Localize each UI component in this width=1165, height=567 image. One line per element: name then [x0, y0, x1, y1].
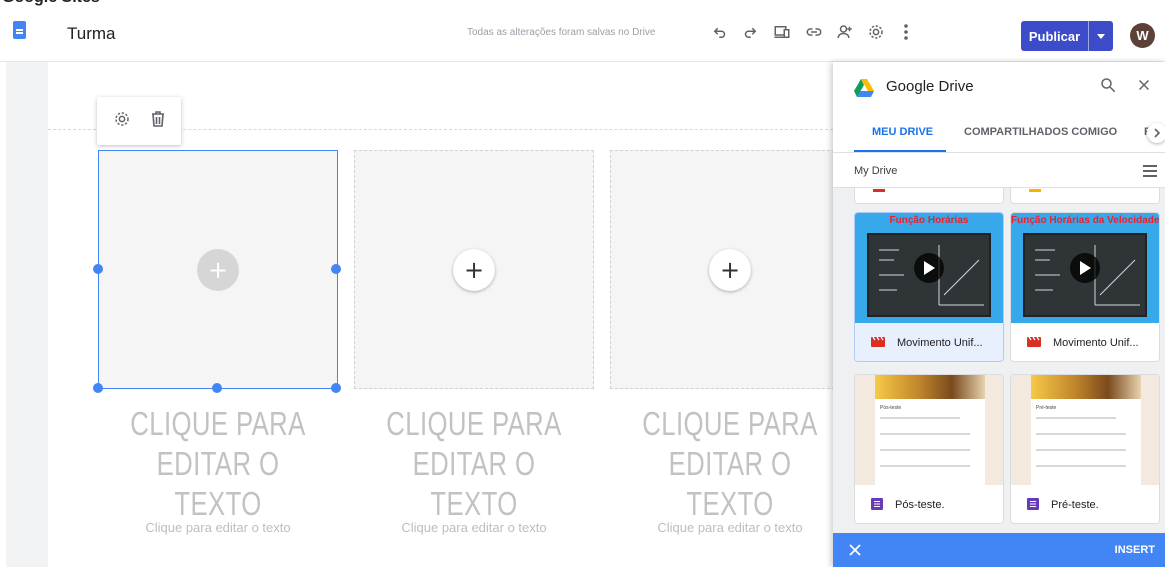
resize-handle[interactable] — [212, 383, 222, 393]
file-card[interactable] — [1010, 188, 1160, 204]
file-card-form-2[interactable]: Pré-teste Pré-teste. — [1010, 374, 1160, 524]
more-vert-icon[interactable] — [892, 18, 920, 46]
document-title[interactable]: Turma — [67, 24, 116, 44]
chevron-right-icon[interactable] — [1147, 123, 1165, 143]
resize-handle[interactable] — [93, 383, 103, 393]
section-settings-icon[interactable] — [113, 110, 131, 133]
file-name: Movimento Unif... — [1053, 337, 1139, 349]
file-card-video-1[interactable]: Função Horárias Movimento Unif... — [854, 212, 1004, 362]
file-name: Pré-teste. — [1051, 499, 1099, 511]
file-card-video-2[interactable]: Função Horárias da Velocidade Movimento … — [1010, 212, 1160, 362]
breadcrumb[interactable]: My Drive — [854, 165, 897, 177]
form-thumbnail: Pré-teste — [1011, 375, 1159, 485]
play-icon[interactable] — [914, 253, 944, 283]
placeholder-subtext-2[interactable]: Clique para editar o texto — [354, 520, 594, 535]
settings-gear-icon[interactable] — [862, 18, 890, 46]
publish-dropdown-icon[interactable] — [1089, 21, 1113, 51]
preview-devices-icon[interactable] — [768, 18, 796, 46]
video-thumbnail: Função Horárias da Velocidade — [1011, 213, 1159, 323]
placeholder-heading-2[interactable]: CLIQUE PARA EDITAR O TEXTO — [380, 404, 567, 524]
file-card-footer: Movimento Unif... — [1011, 323, 1159, 361]
form-thumbnail: Pós-teste — [855, 375, 1003, 485]
breadcrumb-bar: My Drive — [833, 152, 1165, 188]
play-icon[interactable] — [1070, 253, 1100, 283]
file-card-footer: Pós-teste. — [855, 485, 1003, 523]
list-view-icon[interactable] — [1143, 164, 1157, 182]
tab-shared-with-me[interactable]: COMPARTILHADOS COMIGO — [964, 126, 1117, 138]
deselect-close-icon[interactable] — [849, 543, 861, 561]
link-icon[interactable] — [800, 18, 828, 46]
drive-panel-title: Google Drive — [886, 78, 974, 95]
file-name: Pós-teste. — [895, 499, 945, 511]
form-preview-title: Pré-teste — [1036, 405, 1057, 411]
drive-file-grid: Função Horárias Movimento Unif... Função… — [833, 188, 1165, 533]
resize-handle[interactable] — [331, 383, 341, 393]
section-toolbar — [97, 97, 181, 145]
save-status: Todas as alterações foram salvas no Driv… — [467, 27, 656, 38]
placeholder-subtext-3[interactable]: Clique para editar o texto — [610, 520, 850, 535]
top-app-bar: Turma Todas as alterações foram salvas n… — [0, 7, 1165, 62]
resize-handle[interactable] — [93, 264, 103, 274]
publish-button[interactable]: Publicar — [1021, 21, 1113, 51]
drive-tabs: MEU DRIVE COMPARTILHADOS COMIGO R — [833, 118, 1165, 152]
image-placeholder-3[interactable]: + — [610, 150, 850, 389]
google-drive-logo-icon — [854, 79, 874, 102]
forms-file-icon — [1027, 497, 1039, 513]
video-file-icon — [871, 336, 885, 351]
redo-icon[interactable] — [736, 18, 764, 46]
tab-my-drive[interactable]: MEU DRIVE — [872, 126, 933, 138]
drive-panel-header: Google Drive — [833, 62, 1165, 114]
thumbnail-title: Função Horárias da Velocidade — [1011, 215, 1159, 226]
add-image-button[interactable]: + — [197, 249, 239, 291]
file-name: Movimento Unif... — [897, 337, 983, 349]
publish-label[interactable]: Publicar — [1021, 21, 1089, 51]
site-editor-canvas: + + + CLIQUE PARA EDITAR O TEXTO CLIQUE … — [0, 62, 850, 567]
google-drive-panel: Google Drive MEU DRIVE COMPARTILHADOS CO… — [833, 62, 1165, 567]
thumbnail-title: Função Horárias — [889, 215, 969, 226]
resize-handle[interactable] — [331, 264, 341, 274]
file-card-footer: Pré-teste. — [1011, 485, 1159, 523]
share-add-person-icon[interactable] — [831, 18, 859, 46]
sites-logo-icon[interactable] — [13, 21, 26, 39]
image-placeholder-2[interactable]: + — [354, 150, 594, 389]
user-avatar[interactable]: W — [1130, 23, 1155, 48]
close-icon[interactable] — [1135, 76, 1153, 99]
placeholder-heading-3[interactable]: CLIQUE PARA EDITAR O TEXTO — [636, 404, 823, 524]
forms-file-icon — [871, 497, 883, 513]
form-banner-image — [875, 375, 985, 399]
slides-file-icon — [1029, 189, 1041, 192]
delete-section-icon[interactable] — [150, 110, 166, 133]
file-card[interactable] — [854, 188, 1004, 204]
file-card-form-1[interactable]: Pós-teste Pós-teste. — [854, 374, 1004, 524]
header-strip-text: Google Sites — [2, 0, 100, 7]
search-icon[interactable] — [1099, 76, 1117, 99]
undo-icon[interactable] — [706, 18, 734, 46]
video-thumbnail: Função Horárias — [855, 213, 1003, 323]
file-card-footer: Movimento Unif... — [855, 323, 1003, 361]
placeholder-subtext-1[interactable]: Clique para editar o texto — [98, 520, 338, 535]
insert-button[interactable]: INSERT — [1115, 544, 1155, 556]
form-preview: Pós-teste — [875, 399, 985, 485]
video-file-icon — [873, 189, 885, 192]
form-preview-title: Pós-teste — [880, 405, 902, 411]
insert-action-bar: INSERT — [833, 533, 1165, 567]
page-header-strip: Google Sites — [0, 0, 1165, 7]
form-banner-image — [1031, 375, 1141, 399]
add-image-button[interactable]: + — [709, 249, 751, 291]
left-rail — [6, 62, 48, 567]
image-placeholder-1[interactable]: + — [98, 150, 338, 389]
placeholder-heading-1[interactable]: CLIQUE PARA EDITAR O TEXTO — [124, 404, 311, 524]
add-image-button[interactable]: + — [453, 249, 495, 291]
video-file-icon — [1027, 336, 1041, 351]
form-preview: Pré-teste — [1031, 399, 1141, 485]
